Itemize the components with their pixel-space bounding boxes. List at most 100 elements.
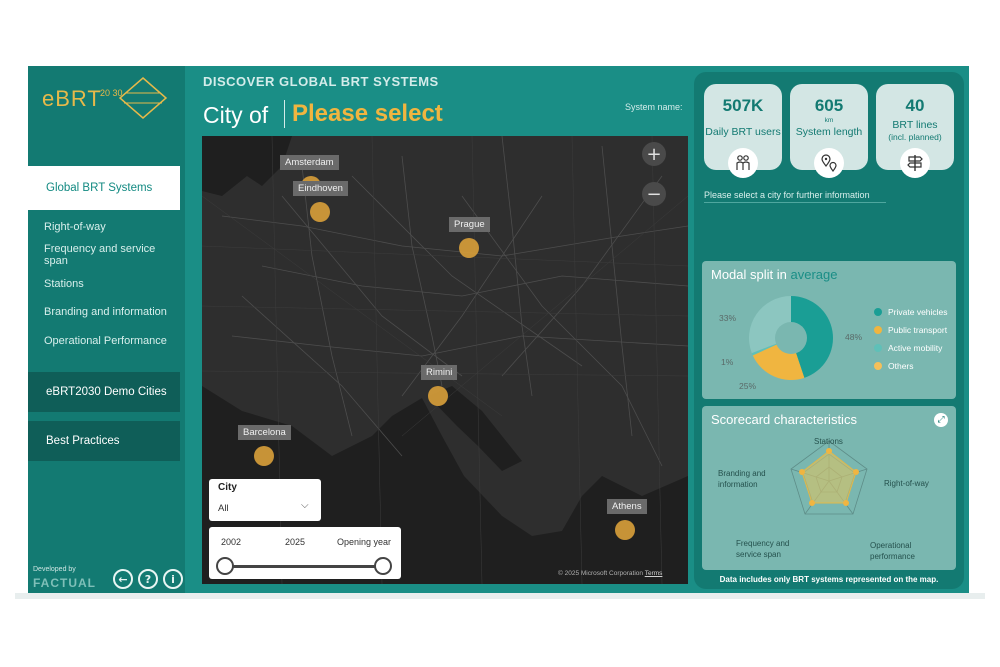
city-marker-barcelona[interactable] (254, 446, 274, 466)
nav-global-brt-systems[interactable]: Global BRT Systems (28, 166, 180, 210)
city-filter-value[interactable]: All (218, 503, 229, 514)
info-panel: 507K Daily BRT users 605 km System lengt… (694, 72, 964, 589)
scorecard-title: Scorecard characteristics (711, 412, 857, 427)
legend-private-vehicles: Private vehicles (874, 307, 948, 317)
zoom-in-button[interactable]: + (642, 142, 666, 166)
title-divider (284, 100, 285, 128)
modal-split-title-text: Modal split in (711, 267, 787, 282)
city-label-athens[interactable]: Athens (607, 499, 647, 514)
logo-text: eBRT (42, 86, 102, 111)
year-slider-track[interactable] (223, 565, 383, 568)
kpi-label: BRT lines (892, 119, 938, 131)
map-pins-icon (814, 148, 844, 178)
selected-city: Please select (292, 100, 443, 127)
legend-label: Private vehicles (888, 307, 948, 317)
scorecard-card: Scorecard characteristics ⤢ Stations Rig… (702, 406, 956, 570)
city-filter[interactable]: City All ⌵ (209, 479, 321, 521)
system-name-label: System name: (625, 102, 683, 112)
map[interactable]: + − Amsterdam Eindhoven Prague Rimini Ba… (202, 136, 688, 584)
pct-label-private: 48% (845, 332, 863, 342)
city-marker-prague[interactable] (459, 238, 479, 258)
year-from[interactable]: 2002 (221, 537, 241, 547)
kpi-sublabel: (incl. planned) (888, 132, 942, 142)
pct-label-others: 33% (719, 313, 737, 323)
legend-active-mobility: Active mobility (874, 343, 942, 353)
city-filter-label: City (218, 482, 237, 493)
nav-stations[interactable]: Stations (28, 271, 180, 297)
year-slider-end-handle[interactable] (374, 557, 392, 575)
scorecard-radar (790, 440, 868, 515)
nav-right-of-way[interactable]: Right-of-way (28, 214, 180, 240)
people-icon (728, 148, 758, 178)
year-slider-start-handle[interactable] (216, 557, 234, 575)
factual-logo: FACTUAL (33, 576, 96, 590)
developed-by-label: Developed by (33, 566, 76, 573)
nav-demo-cities[interactable]: eBRT2030 Demo Cities (28, 372, 180, 412)
kpi-daily-users: 507K Daily BRT users (704, 84, 782, 178)
copyright-text: © 2025 Microsoft Corporation (558, 570, 643, 577)
axis-stations: Stations (814, 437, 843, 446)
legend-others: Others (874, 361, 914, 371)
info-icon[interactable]: i (163, 569, 183, 589)
legend-swatch (874, 362, 882, 370)
dashboard: eBRT 20 30 Global BRT Systems Right-of-w… (28, 66, 969, 593)
nav-branding-information[interactable]: Branding and information (28, 299, 180, 325)
axis-operational-performance: Operational performance (870, 541, 915, 561)
zoom-out-button[interactable]: − (642, 182, 666, 206)
map-copyright: © 2025 Microsoft Corporation Terms (558, 570, 662, 577)
modal-split-title: Modal split in average (711, 267, 837, 282)
city-label-prague[interactable]: Prague (449, 217, 490, 232)
kpi-unit: km (824, 117, 834, 124)
pct-label-public: 25% (739, 381, 757, 391)
axis-branding-information: Branding and information (718, 469, 766, 489)
modal-split-donut (749, 296, 833, 380)
city-label-rimini[interactable]: Rimini (421, 365, 458, 380)
year-range-filter[interactable]: 2002 2025 Opening year (209, 527, 401, 579)
select-city-message: Please select a city for further informa… (704, 190, 870, 200)
city-label-barcelona[interactable]: Barcelona (238, 425, 291, 440)
city-of-label: City of (203, 102, 269, 128)
kpi-value: 605 (814, 96, 844, 115)
city-label-amsterdam[interactable]: Amsterdam (280, 155, 339, 170)
page-title: DISCOVER GLOBAL BRT SYSTEMS (203, 74, 439, 89)
modal-split-title-accent: average (790, 267, 838, 282)
city-marker-rimini[interactable] (428, 386, 448, 406)
city-label-eindhoven[interactable]: Eindhoven (293, 181, 348, 196)
city-marker-eindhoven[interactable] (310, 202, 330, 222)
kpi-value: 40 (905, 96, 925, 115)
axis-frequency-service-span: Frequency and service span (736, 539, 790, 559)
terms-link[interactable]: Terms (645, 570, 663, 577)
year-filter-label: Opening year (337, 537, 392, 547)
divider (704, 202, 886, 203)
footnote: Data includes only BRT systems represent… (719, 575, 939, 584)
kpi-label: Daily BRT users (705, 126, 781, 138)
logo-diamond-icon (118, 77, 168, 119)
legend-swatch (874, 308, 882, 316)
year-to[interactable]: 2025 (285, 537, 305, 547)
legend-swatch (874, 344, 882, 352)
axis-right-of-way: Right-of-way (884, 479, 929, 488)
sidebar: eBRT 20 30 Global BRT Systems Right-of-w… (28, 66, 185, 593)
kpi-brt-lines: 40 BRT lines (incl. planned) (876, 84, 954, 178)
chevron-down-icon[interactable]: ⌵ (301, 500, 309, 511)
signpost-icon (900, 148, 930, 178)
city-marker-athens[interactable] (615, 520, 635, 540)
page-scrollbar[interactable] (15, 593, 985, 599)
kpi-system-length: 605 km System length (790, 84, 868, 178)
legend-label: Public transport (888, 325, 948, 335)
kpi-label: System length (795, 126, 863, 138)
back-arrow-icon[interactable]: ← (113, 569, 133, 589)
pct-label-active: 1% (721, 357, 734, 367)
nav-best-practices[interactable]: Best Practices (28, 421, 180, 461)
ebrt-logo: eBRT 20 30 (40, 74, 170, 122)
modal-split-card: Modal split in average 33% 48% 1% 25% Pr… (702, 261, 956, 399)
legend-label: Active mobility (888, 343, 943, 353)
help-icon[interactable]: ? (138, 569, 158, 589)
expand-icon[interactable]: ⤢ (934, 413, 948, 427)
legend-swatch (874, 326, 882, 334)
kpi-value: 507K (722, 96, 764, 115)
legend-label: Others (888, 361, 914, 371)
nav-frequency-service-span[interactable]: Frequency and service span (28, 242, 180, 268)
nav-operational-performance[interactable]: Operational Performance (28, 328, 180, 354)
legend-public-transport: Public transport (874, 325, 947, 335)
